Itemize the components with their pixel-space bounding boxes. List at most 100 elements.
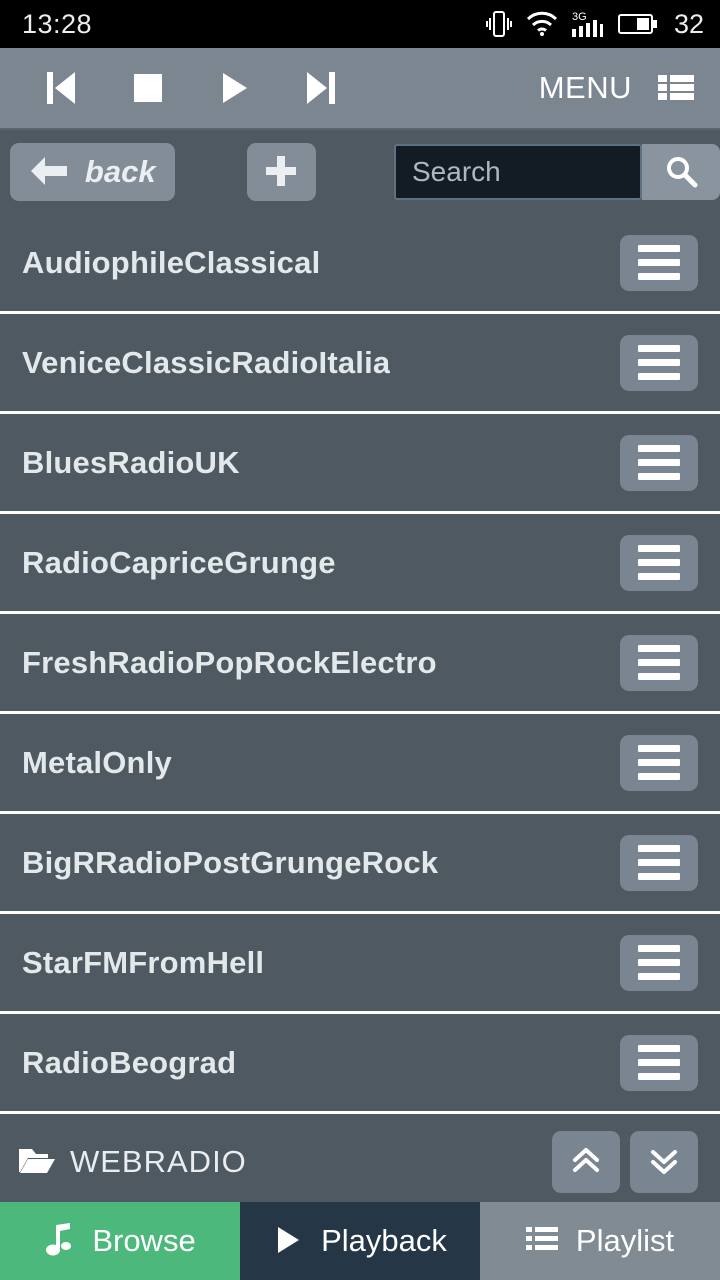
vibrate-icon xyxy=(485,9,512,39)
hamburger-bar xyxy=(638,1045,680,1052)
status-bar: 13:28 3G 32 xyxy=(0,0,720,48)
row-menu-button[interactable] xyxy=(620,534,698,591)
play-icon xyxy=(273,1223,303,1260)
next-button[interactable] xyxy=(298,66,342,110)
list-item-label: RadioCapriceGrunge xyxy=(22,544,336,580)
hamburger-bar xyxy=(638,459,680,466)
hamburger-bar xyxy=(638,359,680,366)
hamburger-bar xyxy=(638,573,680,580)
music-note-icon xyxy=(44,1222,74,1260)
list-item[interactable]: VeniceClassicRadioItalia xyxy=(0,314,720,414)
list-item[interactable]: MetalOnly xyxy=(0,714,720,814)
tab-playlist-label: Playlist xyxy=(575,1223,675,1258)
list-item[interactable]: AudiophileClassical xyxy=(0,214,720,314)
add-button[interactable] xyxy=(246,143,316,201)
previous-button[interactable] xyxy=(40,66,84,110)
transport-bar: MENU xyxy=(0,48,720,130)
list-item-label: BluesRadioUK xyxy=(22,444,240,480)
list-item[interactable]: BigRRadioPostGrungeRock xyxy=(0,814,720,914)
list-item[interactable]: RadioCapriceGrunge xyxy=(0,514,720,614)
bottom-navigation: Browse Playback Playlist xyxy=(0,1202,720,1280)
scroll-down-button[interactable] xyxy=(630,1131,698,1193)
hamburger-bar xyxy=(638,445,680,452)
tab-browse-label: Browse xyxy=(92,1223,196,1258)
hamburger-bar xyxy=(638,545,680,552)
svg-text:3G: 3G xyxy=(572,11,587,23)
search-area xyxy=(394,144,720,200)
search-button[interactable] xyxy=(642,144,720,200)
row-menu-button[interactable] xyxy=(620,234,698,291)
list-icon xyxy=(525,1225,558,1258)
battery-icon xyxy=(617,12,658,36)
row-menu-button[interactable] xyxy=(620,1034,698,1091)
tab-playback[interactable]: Playback xyxy=(240,1202,480,1280)
plus-icon xyxy=(264,154,298,191)
hamburger-bar xyxy=(638,645,680,652)
hamburger-bar xyxy=(638,559,680,566)
hamburger-bar xyxy=(638,773,680,780)
hamburger-bar xyxy=(638,473,680,480)
status-clock: 13:28 xyxy=(22,8,93,39)
hamburger-bar xyxy=(638,659,680,666)
hamburger-bar xyxy=(638,345,680,352)
row-menu-button[interactable] xyxy=(620,434,698,491)
list-item-label: VeniceClassicRadioItalia xyxy=(22,344,391,380)
signal-3g-icon: 3G xyxy=(571,9,604,39)
back-button[interactable]: back xyxy=(10,143,175,201)
battery-percent-label: 32 xyxy=(673,8,704,39)
play-button[interactable] xyxy=(212,66,256,110)
station-list: AudiophileClassical VeniceClassicRadioIt… xyxy=(0,214,720,1122)
hamburger-bar xyxy=(638,845,680,852)
chevron-double-down-icon xyxy=(648,1145,680,1180)
wifi-icon xyxy=(526,11,558,37)
row-menu-button[interactable] xyxy=(620,834,698,891)
list-view-icon[interactable] xyxy=(654,66,698,110)
stop-icon xyxy=(131,68,165,108)
scroll-up-button[interactable] xyxy=(552,1131,620,1193)
row-menu-button[interactable] xyxy=(620,934,698,991)
tab-playback-label: Playback xyxy=(321,1223,447,1258)
app-screen: 13:28 3G 32 MENU back Search AudiophileC… xyxy=(0,0,720,1280)
hamburger-bar xyxy=(638,759,680,766)
list-item-label: AudiophileClassical xyxy=(22,244,321,280)
hamburger-bar xyxy=(638,745,680,752)
play-icon xyxy=(217,68,251,108)
row-menu-button[interactable] xyxy=(620,334,698,391)
hamburger-bar xyxy=(638,273,680,280)
tab-playlist[interactable]: Playlist xyxy=(480,1202,720,1280)
hamburger-bar xyxy=(638,245,680,252)
transport-controls xyxy=(40,66,342,110)
arrow-left-icon xyxy=(29,154,69,191)
current-path: WEBRADIO xyxy=(18,1144,247,1180)
back-button-label: back xyxy=(84,154,156,189)
current-path-label: WEBRADIO xyxy=(70,1144,247,1179)
hamburger-bar xyxy=(638,945,680,952)
chevron-double-up-icon xyxy=(570,1145,602,1180)
list-item[interactable]: BluesRadioUK xyxy=(0,414,720,514)
row-menu-button[interactable] xyxy=(620,734,698,791)
hamburger-bar xyxy=(638,873,680,880)
stop-button[interactable] xyxy=(126,66,170,110)
list-scroll-buttons xyxy=(552,1131,698,1193)
list-item[interactable]: RadioBeograd xyxy=(0,1014,720,1114)
hamburger-bar xyxy=(638,259,680,266)
search-icon xyxy=(664,154,698,191)
skip-next-icon xyxy=(303,68,337,108)
hamburger-bar xyxy=(638,1059,680,1066)
hamburger-bar xyxy=(638,959,680,966)
list-item-label: BigRRadioPostGrungeRock xyxy=(22,844,439,880)
menu-label[interactable]: MENU xyxy=(539,70,632,106)
list-item-label: StarFMFromHell xyxy=(22,944,265,980)
hamburger-bar xyxy=(638,373,680,380)
skip-previous-icon xyxy=(45,68,79,108)
tab-browse[interactable]: Browse xyxy=(0,1202,240,1280)
list-item[interactable]: FreshRadioPopRockElectro xyxy=(0,614,720,714)
search-input[interactable] xyxy=(394,144,642,200)
list-item-label: FreshRadioPopRockElectro xyxy=(22,644,437,680)
row-menu-button[interactable] xyxy=(620,634,698,691)
folder-open-icon xyxy=(18,1145,56,1180)
browse-toolbar: back xyxy=(0,130,720,214)
transport-menu-group: MENU xyxy=(539,66,698,110)
list-item[interactable]: StarFMFromHell xyxy=(0,914,720,1014)
list-item-label: RadioBeograd xyxy=(22,1044,237,1080)
